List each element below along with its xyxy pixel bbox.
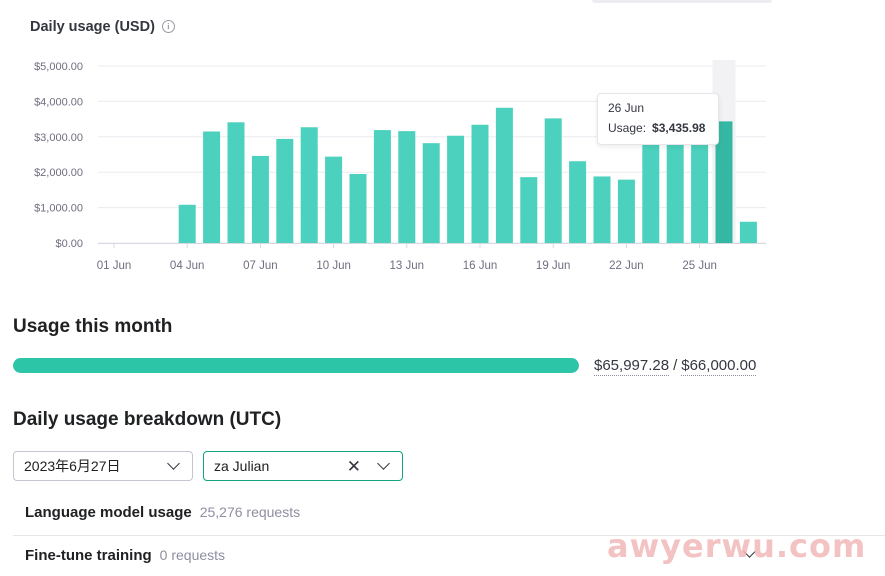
bar bbox=[544, 118, 562, 243]
bar bbox=[178, 204, 196, 243]
row-name: Language model usage bbox=[25, 503, 192, 521]
x-tick-label: 07 Jun bbox=[243, 260, 278, 272]
date-select[interactable]: 2023年6月27日 bbox=[13, 451, 193, 481]
chart-tooltip: 26 Jun Usage: $3,435.98 bbox=[597, 93, 719, 145]
chart-header: Daily usage (USD) i bbox=[30, 19, 175, 35]
usage-progress-bar bbox=[13, 358, 579, 373]
y-tick-label: $4,000.00 bbox=[34, 96, 83, 108]
bar bbox=[593, 176, 611, 243]
info-icon[interactable]: i bbox=[161, 19, 175, 33]
user-select[interactable]: za Julian ✕ bbox=[203, 451, 403, 481]
bar bbox=[203, 131, 221, 243]
y-tick-label: $5,000.00 bbox=[34, 61, 83, 73]
date-select-value: 2023年6月27日 bbox=[24, 458, 121, 474]
bar bbox=[276, 138, 294, 243]
bar bbox=[349, 173, 367, 243]
tooltip-date: 26 Jun bbox=[608, 101, 645, 115]
top-tab-strip bbox=[592, 0, 772, 3]
x-tick-label: 04 Jun bbox=[170, 260, 205, 272]
usage-this-month-title: Usage this month bbox=[13, 316, 173, 337]
bar bbox=[325, 156, 343, 243]
chevron-down-icon[interactable] bbox=[377, 457, 390, 470]
y-tick-label: $3,000.00 bbox=[34, 132, 83, 144]
usage-limit-amount[interactable]: $66,000.00 bbox=[681, 357, 757, 376]
bar bbox=[227, 122, 245, 243]
user-select-value: za Julian bbox=[214, 458, 270, 474]
y-tick-label: $2,000.00 bbox=[34, 167, 83, 179]
bar bbox=[569, 161, 587, 243]
x-tick-label: 22 Jun bbox=[609, 260, 644, 272]
usage-page: Daily usage (USD) i $0.00 $1,000.00 $2,000… bbox=[0, 0, 885, 576]
bar bbox=[691, 143, 709, 243]
clear-icon[interactable]: ✕ bbox=[347, 458, 361, 475]
x-tick-label: 16 Jun bbox=[463, 260, 498, 272]
y-tick-label: $1,000.00 bbox=[34, 203, 83, 215]
x-tick-label: 10 Jun bbox=[316, 260, 351, 272]
bar bbox=[447, 135, 465, 243]
tooltip-label: Usage: bbox=[608, 121, 647, 135]
x-tick-label: 25 Jun bbox=[682, 260, 717, 272]
watermark: awyerwu.com bbox=[607, 527, 867, 565]
usage-amounts: $65,997.28/$66,000.00 bbox=[594, 357, 757, 376]
row-count: 0 requests bbox=[159, 547, 226, 563]
bar bbox=[422, 143, 440, 243]
breakdown-title: Daily usage breakdown (UTC) bbox=[13, 409, 282, 430]
bar bbox=[251, 155, 269, 243]
bar bbox=[642, 143, 660, 243]
daily-usage-chart: $0.00 $1,000.00 $2,000.00 $3,000.00 $4,000.0… bbox=[34, 60, 766, 272]
bar bbox=[471, 124, 489, 243]
bar bbox=[373, 130, 391, 243]
bar bbox=[739, 221, 757, 243]
x-tick-label: 01 Jun bbox=[97, 260, 132, 272]
usage-progress-fill bbox=[13, 358, 579, 373]
tooltip-value: $3,435.98 bbox=[652, 121, 706, 135]
y-tick-label: $0.00 bbox=[55, 238, 83, 250]
bar bbox=[300, 127, 318, 243]
row-count: 25,276 requests bbox=[199, 504, 301, 520]
usage-used-amount[interactable]: $65,997.28 bbox=[594, 357, 670, 376]
bar bbox=[495, 107, 513, 243]
bar bbox=[520, 177, 538, 243]
row-name: Fine-tune training bbox=[25, 546, 152, 564]
chart-title: Daily usage (USD) bbox=[30, 19, 155, 35]
bar bbox=[617, 179, 635, 243]
x-tick-label: 19 Jun bbox=[536, 260, 571, 272]
chevron-down-icon bbox=[167, 457, 180, 470]
bar bbox=[398, 131, 416, 243]
usage-separator: / bbox=[673, 357, 678, 374]
x-tick-label: 13 Jun bbox=[390, 260, 425, 272]
